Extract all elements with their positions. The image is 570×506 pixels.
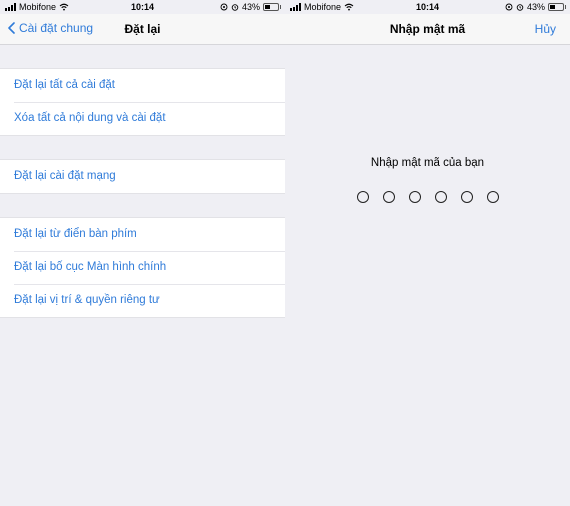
cancel-button[interactable]: Hủy xyxy=(535,22,556,36)
status-bar: Mobifone 10:14 43% xyxy=(0,0,285,14)
reset-group-1: Đặt lại tất cả cài đặt Xóa tất cả nội du… xyxy=(0,68,285,136)
reset-location-privacy-row[interactable]: Đặt lại vị trí & quyền riêng tư xyxy=(0,284,285,317)
alarm-icon xyxy=(231,4,239,11)
battery-percent: 43% xyxy=(526,2,545,12)
passcode-dot xyxy=(434,191,447,203)
passcode-prompt: Nhập mật mã của bạn xyxy=(370,157,485,169)
passcode-dot xyxy=(382,191,395,203)
battery-icon xyxy=(548,3,566,11)
reset-home-screen-layout-row[interactable]: Đặt lại bố cục Màn hình chính xyxy=(0,251,285,284)
navigation-bar: Cài đặt chung Đặt lại xyxy=(0,14,285,45)
erase-all-content-row[interactable]: Xóa tất cả nội dung và cài đặt xyxy=(0,102,285,135)
battery-percent: 43% xyxy=(241,2,260,12)
reset-group-3: Đặt lại từ điển bàn phím Đặt lại bố cục … xyxy=(0,217,285,318)
reset-group-2: Đặt lại cài đặt mạng xyxy=(0,159,285,194)
page-title: Đặt lại xyxy=(124,22,161,36)
passcode-dots[interactable] xyxy=(285,190,570,208)
passcode-dot xyxy=(408,191,421,203)
rotation-lock-icon xyxy=(220,3,228,11)
status-bar: Mobifone 10:14 43% xyxy=(285,0,570,14)
navigation-bar: Nhập mật mã Hủy xyxy=(285,14,570,45)
rotation-lock-icon xyxy=(505,3,513,11)
page-title: Nhập mật mã xyxy=(389,22,466,36)
reset-all-settings-row[interactable]: Đặt lại tất cả cài đặt xyxy=(0,69,285,102)
reset-keyboard-dictionary-row[interactable]: Đặt lại từ điển bàn phím xyxy=(0,218,285,251)
passcode-entry-screen: Mobifone 10:14 43% Nhập mật mã Hủy Nhập … xyxy=(285,0,570,506)
alarm-icon xyxy=(516,4,524,11)
passcode-dot xyxy=(460,191,473,203)
passcode-dot xyxy=(356,191,369,203)
passcode-dot xyxy=(486,191,499,203)
battery-icon xyxy=(263,3,281,11)
reset-settings-screen: Mobifone 10:14 43% Cài đặt chung Đặt lại… xyxy=(0,0,285,506)
reset-network-settings-row[interactable]: Đặt lại cài đặt mạng xyxy=(0,160,285,193)
